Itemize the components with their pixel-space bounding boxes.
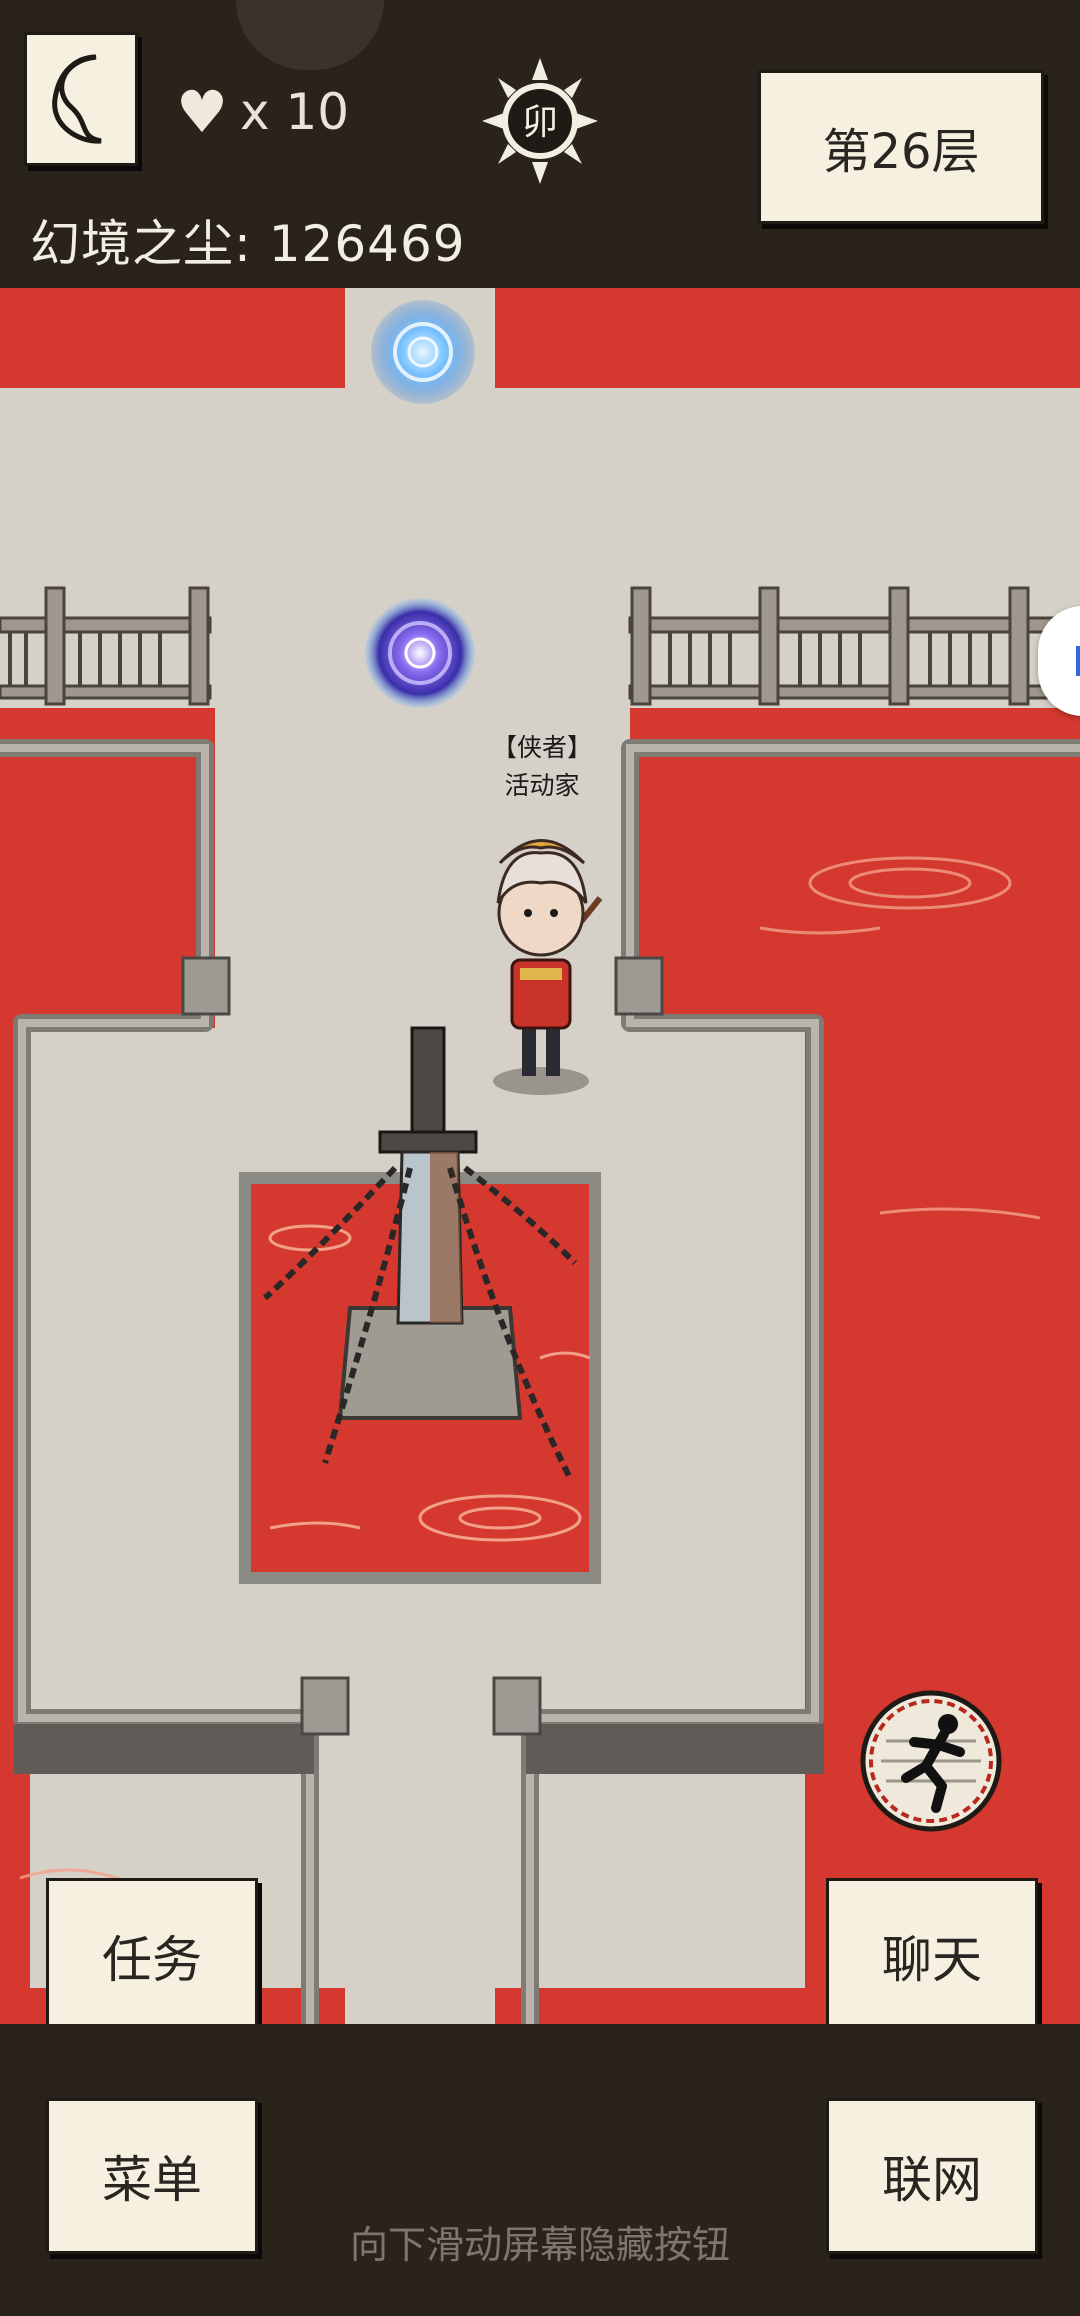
zodiac-glyph: 卯 xyxy=(522,102,558,143)
lives-count: x 10 xyxy=(240,83,350,141)
portal-icon xyxy=(365,598,475,708)
sun-badge-icon: 卯 xyxy=(480,56,600,186)
portal-icon xyxy=(371,300,475,404)
back-button[interactable] xyxy=(24,32,138,166)
task-button[interactable]: 任务 xyxy=(46,1878,258,2034)
player-title: 【侠者】 xyxy=(491,733,592,762)
swipe-hint: 向下滑动屏幕隐藏按钮 xyxy=(349,2223,730,2267)
back-crescent-icon xyxy=(52,54,102,144)
pillar xyxy=(492,1676,542,1736)
pillar xyxy=(300,1676,350,1736)
heart-icon: ♥ xyxy=(176,78,228,146)
currency-counter: 幻境之尘: 126469 xyxy=(30,215,466,273)
pillar xyxy=(181,956,231,1016)
run-icon xyxy=(860,1690,1002,1832)
chat-button[interactable]: 聊天 xyxy=(826,1878,1038,2034)
floor-indicator[interactable]: 第26层 xyxy=(758,70,1044,224)
player-name: 活动家 xyxy=(504,771,580,800)
pillar xyxy=(614,956,664,1016)
run-button[interactable] xyxy=(856,1686,1006,1836)
south-path xyxy=(345,1728,495,2024)
lives-counter: ♥ x 10 xyxy=(176,78,349,146)
